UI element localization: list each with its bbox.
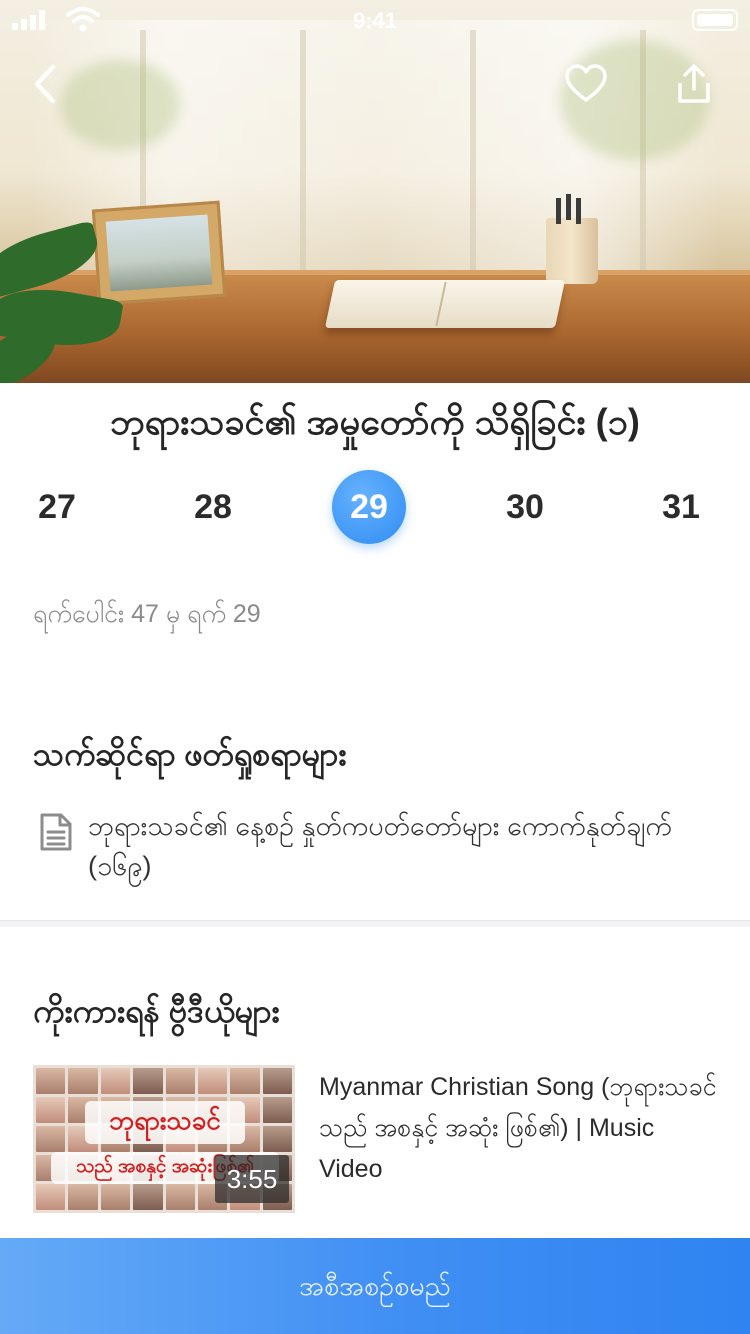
video-item[interactable]: ဘုရားသခင် သည် အစနှင့် အဆုံးဖြစ်၏ 3:55 My… [33, 1065, 723, 1215]
day-progress: ရက်ပေါင်း 47 မှ ရက် 29 [33, 600, 261, 628]
related-reading-item[interactable]: ဘုရားသခင်၏ နေ့စဉ် နှုတ်ကပတ်တော်များ ကောက… [33, 806, 723, 894]
status-time: 9:41 [352, 8, 398, 33]
videos-heading: ကိုးကားရန် ဗွီဒီယိုများ [33, 993, 280, 1029]
day-29-selected[interactable]: 29 [332, 470, 406, 544]
day-28[interactable]: 28 [176, 470, 250, 544]
related-reading-text: ဘုရားသခင်၏ နေ့စဉ် နှုတ်ကပတ်တော်များ ကောက… [88, 811, 672, 881]
thumbnail-title-line1: ဘုရားသခင် [85, 1101, 245, 1144]
pen [576, 198, 581, 224]
section-divider [0, 920, 750, 927]
back-button[interactable] [18, 56, 74, 112]
plan-title: ဘုရားသခင်၏ အမှုတော်ကို သိရှိခြင်း (၁) [110, 401, 640, 442]
battery-icon [692, 9, 738, 31]
hero-image: 9:41 [0, 0, 750, 383]
document-icon [40, 813, 72, 851]
pen-cup [546, 218, 598, 284]
day-31[interactable]: 31 [644, 470, 718, 544]
video-title[interactable]: Myanmar Christian Song (ဘုရားသခင်သည် အစန… [319, 1067, 719, 1190]
share-icon [678, 64, 710, 103]
video-duration: 3:55 [215, 1155, 289, 1203]
heart-icon [565, 64, 607, 102]
window-mullion [300, 30, 306, 280]
pen [556, 198, 561, 224]
favorite-button[interactable] [558, 56, 614, 112]
share-button[interactable] [666, 56, 722, 112]
day-selector: 27 28 29 30 31 [0, 470, 750, 544]
related-heading: သက်ဆိုင်ရာ ဖတ်ရှုစရာများ [33, 736, 347, 772]
start-plan-button[interactable]: အစီအစဉ်စမည် [0, 1238, 750, 1334]
pen [566, 194, 571, 220]
window-mullion [470, 30, 476, 280]
outside-greenery [60, 60, 180, 150]
status-bar: 9:41 [0, 0, 750, 40]
picture-frame [91, 200, 227, 306]
chevron-left-icon [34, 64, 56, 104]
day-27[interactable]: 27 [20, 470, 94, 544]
day-30[interactable]: 30 [488, 470, 562, 544]
frame-picture [105, 214, 213, 292]
video-thumbnail[interactable]: ဘုရားသခင် သည် အစနှင့် အဆုံးဖြစ်၏ 3:55 [33, 1065, 295, 1213]
